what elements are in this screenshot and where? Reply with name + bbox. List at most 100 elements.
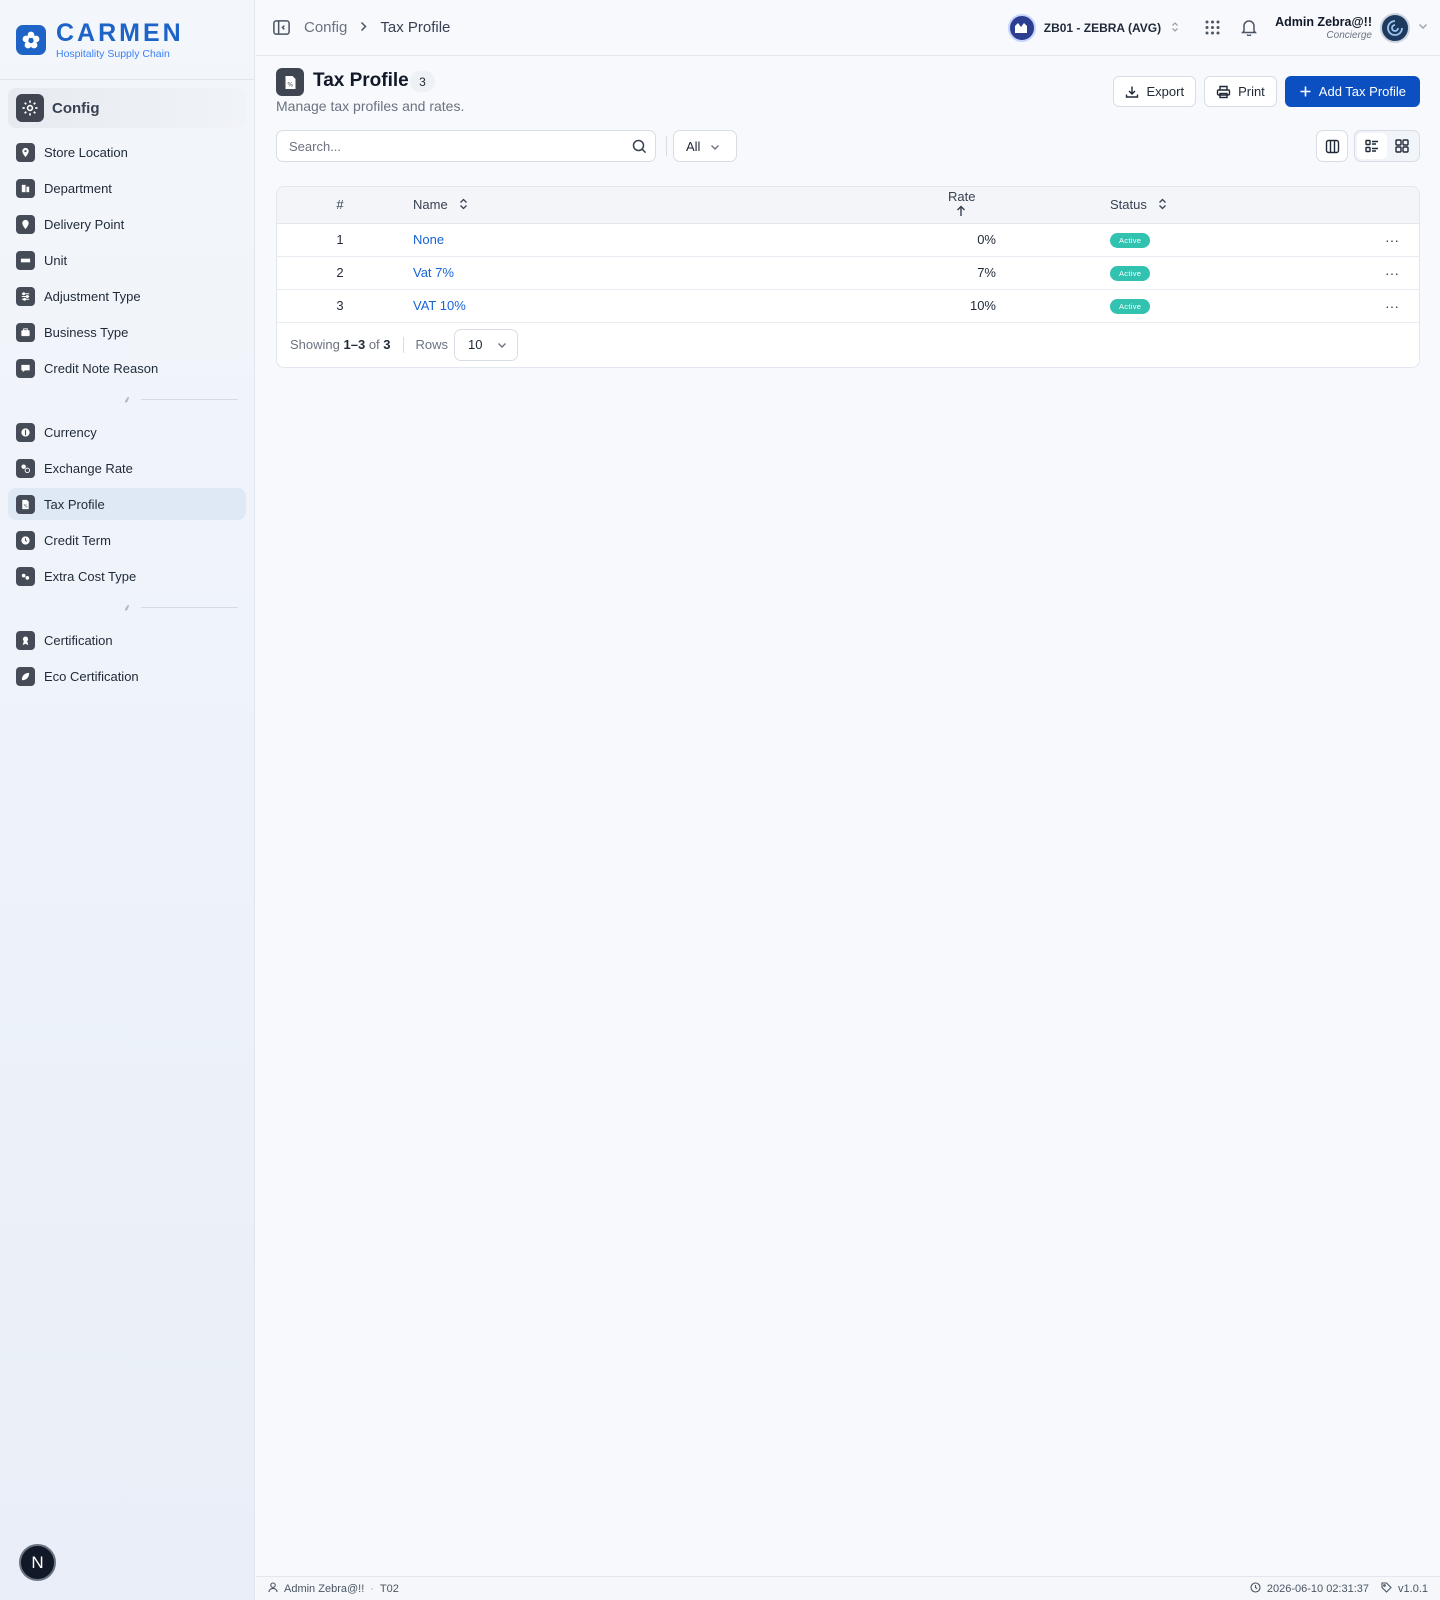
row-spacer	[1006, 289, 1102, 323]
sidebar-item-adjustment-type[interactable]: Adjustment Type	[8, 280, 246, 312]
search-box	[276, 130, 656, 162]
column-header-name[interactable]: Name	[403, 187, 811, 224]
module-label: Config	[52, 99, 100, 117]
row-number: 2	[277, 256, 403, 290]
row-name-link[interactable]: None	[413, 232, 444, 247]
tax-profile-table: # Name Rate Status 1 None 0% Active ··· …	[276, 186, 1420, 368]
sidebar-nav: Store Location Department Delivery Point…	[0, 136, 254, 692]
gear-icon	[16, 94, 44, 122]
nav-divider[interactable]: ⸙	[0, 596, 254, 618]
nav-divider[interactable]: ⸙	[0, 388, 254, 410]
page-header: % Tax Profile 3 Manage tax profiles and …	[276, 56, 1420, 126]
sidebar-item-label: Certification	[44, 632, 113, 648]
row-number: 1	[277, 223, 403, 257]
sidebar-item-unit[interactable]: Unit	[8, 244, 246, 276]
footer-tenant: T02	[379, 1582, 399, 1595]
row-rate: 10%	[811, 289, 1006, 323]
sidebar-item-currency[interactable]: Currency	[8, 416, 246, 448]
grid-icon	[1395, 139, 1409, 153]
add-tax-profile-button[interactable]: Add Tax Profile	[1284, 76, 1420, 107]
map-pin-icon	[16, 214, 35, 234]
message-icon	[16, 358, 35, 378]
sort-icon[interactable]	[1158, 198, 1167, 213]
bell-icon[interactable]	[1238, 17, 1260, 39]
sidebar-item-department[interactable]: Department	[8, 172, 246, 204]
print-label: Print	[1238, 84, 1265, 99]
sidebar: CARMEN Hospitality Supply Chain Config S…	[0, 0, 255, 1600]
business-unit-selector[interactable]: ZB01 - ZEBRA (AVG)	[1007, 13, 1179, 42]
column-header-rate[interactable]: Rate	[811, 187, 1006, 224]
sliders-icon	[16, 286, 35, 306]
sidebar-item-delivery-point[interactable]: Delivery Point	[8, 208, 246, 240]
tag-icon	[1381, 1581, 1392, 1596]
sidebar-item-label: Currency	[44, 424, 97, 440]
rows-per-page-select[interactable]: 10	[454, 328, 519, 361]
row-rate: 0%	[811, 223, 1006, 257]
table-row[interactable]: 2 Vat 7% 7% Active ···	[277, 256, 1419, 290]
sidebar-item-label: Business Type	[44, 324, 129, 340]
business-unit-logo-icon	[1007, 13, 1036, 42]
sidebar-toggle-icon[interactable]	[270, 17, 292, 39]
exchange-icon	[16, 458, 35, 478]
search-input[interactable]	[289, 138, 623, 154]
breadcrumb-config-link[interactable]: Config	[304, 19, 347, 36]
search-icon[interactable]	[623, 139, 655, 154]
sidebar-item-eco-certification[interactable]: Eco Certification	[8, 660, 246, 692]
plus-icon	[1300, 86, 1311, 97]
apps-grid-icon[interactable]	[1201, 17, 1223, 39]
list-view-button[interactable]	[1357, 133, 1387, 159]
brand[interactable]: CARMEN Hospitality Supply Chain	[0, 0, 254, 80]
columns-toggle-button[interactable]	[1316, 130, 1348, 162]
chevrons-up-down-icon	[1171, 21, 1179, 35]
chevron-down-icon[interactable]	[1418, 22, 1428, 33]
user-info[interactable]: Admin Zebra@!! Concierge	[1275, 15, 1372, 41]
sidebar-item-store-location[interactable]: Store Location	[8, 136, 246, 168]
column-header-rate-label: Rate	[948, 189, 976, 205]
record-count-badge: 3	[410, 71, 435, 92]
sort-icon[interactable]	[459, 198, 468, 213]
sidebar-item-exchange-rate[interactable]: Exchange Rate	[8, 452, 246, 484]
sidebar-item-label: Department	[44, 180, 112, 196]
sidebar-item-extra-cost-type[interactable]: Extra Cost Type	[8, 560, 246, 592]
more-actions-icon[interactable]: ···	[1385, 265, 1399, 281]
status-badge: Active	[1110, 299, 1151, 314]
clock-icon	[1250, 1581, 1261, 1596]
table-header-row: # Name Rate Status	[277, 187, 1419, 224]
column-header-name-label: Name	[413, 196, 448, 212]
sidebar-item-tax-profile[interactable]: % Tax Profile	[8, 488, 246, 520]
row-name-link[interactable]: Vat 7%	[413, 265, 454, 280]
more-actions-icon[interactable]: ···	[1385, 232, 1399, 248]
table-row[interactable]: 1 None 0% Active ···	[277, 223, 1419, 257]
column-header-status[interactable]: Status	[1102, 187, 1302, 224]
status-badge: Active	[1110, 266, 1151, 281]
columns-icon	[1325, 139, 1339, 153]
sidebar-item-certification[interactable]: Certification	[8, 624, 246, 656]
more-actions-icon[interactable]: ···	[1385, 298, 1399, 314]
table-row[interactable]: 3 VAT 10% 10% Active ···	[277, 289, 1419, 323]
svg-text:%: %	[24, 503, 28, 508]
award-icon	[16, 630, 35, 650]
print-button[interactable]: Print	[1204, 76, 1277, 107]
avatar[interactable]	[1380, 12, 1410, 43]
page-actions: Export Print Add Tax Profile	[1113, 76, 1420, 107]
column-header-status-label: Status	[1110, 196, 1147, 212]
module-switcher[interactable]: Config	[8, 88, 246, 128]
brand-name: CARMEN	[56, 18, 184, 47]
status-filter-select[interactable]: All	[673, 130, 737, 162]
arrow-up-icon[interactable]	[956, 205, 966, 220]
chevron-down-icon	[497, 337, 507, 352]
chevron-down-icon	[710, 139, 720, 154]
column-spacer	[1006, 187, 1102, 224]
export-button[interactable]: Export	[1113, 76, 1197, 107]
carmen-logo-icon	[16, 24, 46, 55]
filter-bar: All	[276, 126, 1420, 186]
row-name-link[interactable]: VAT 10%	[413, 298, 466, 313]
sidebar-item-business-type[interactable]: Business Type	[8, 316, 246, 348]
sidebar-item-label: Exchange Rate	[44, 460, 133, 476]
grid-view-button[interactable]	[1387, 133, 1417, 159]
sidebar-item-credit-note-reason[interactable]: Credit Note Reason	[8, 352, 246, 384]
assistant-fab[interactable]: N	[19, 1544, 56, 1581]
sidebar-item-credit-term[interactable]: Credit Term	[8, 524, 246, 556]
clock-icon	[16, 530, 35, 550]
pagination: Showing 1–3 of 3 Rows 10	[277, 323, 1419, 367]
